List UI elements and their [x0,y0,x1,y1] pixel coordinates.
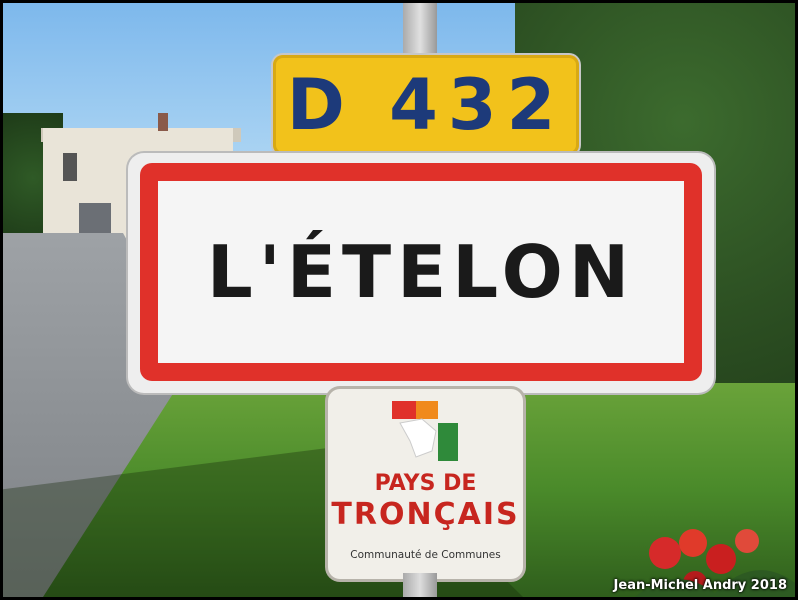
photo-frame: D 432 L'ÉTELON PAYS DE TRONÇAIS Communau… [3,3,795,597]
town-entry-sign: L'ÉTELON [128,153,714,393]
town-sign-panel: L'ÉTELON [140,163,702,381]
sign-pole-bottom [403,573,437,597]
town-name: L'ÉTELON [206,230,636,314]
house-chimney [158,113,168,131]
community-line-3: Communauté de Communes [350,549,501,561]
tronçais-leaf-logo-icon [392,401,458,461]
sign-pole-top [403,3,437,53]
community-line-1: PAYS DE [374,471,477,496]
community-line-2: TRONÇAIS [331,497,520,532]
house-window [63,153,77,181]
road-number-text: D 432 [286,64,566,146]
road-number-sign: D 432 [273,55,579,155]
photo-credit: Jean-Michel Andry 2018 [613,578,787,593]
community-sign: PAYS DE TRONÇAIS Communauté de Communes [328,389,523,579]
